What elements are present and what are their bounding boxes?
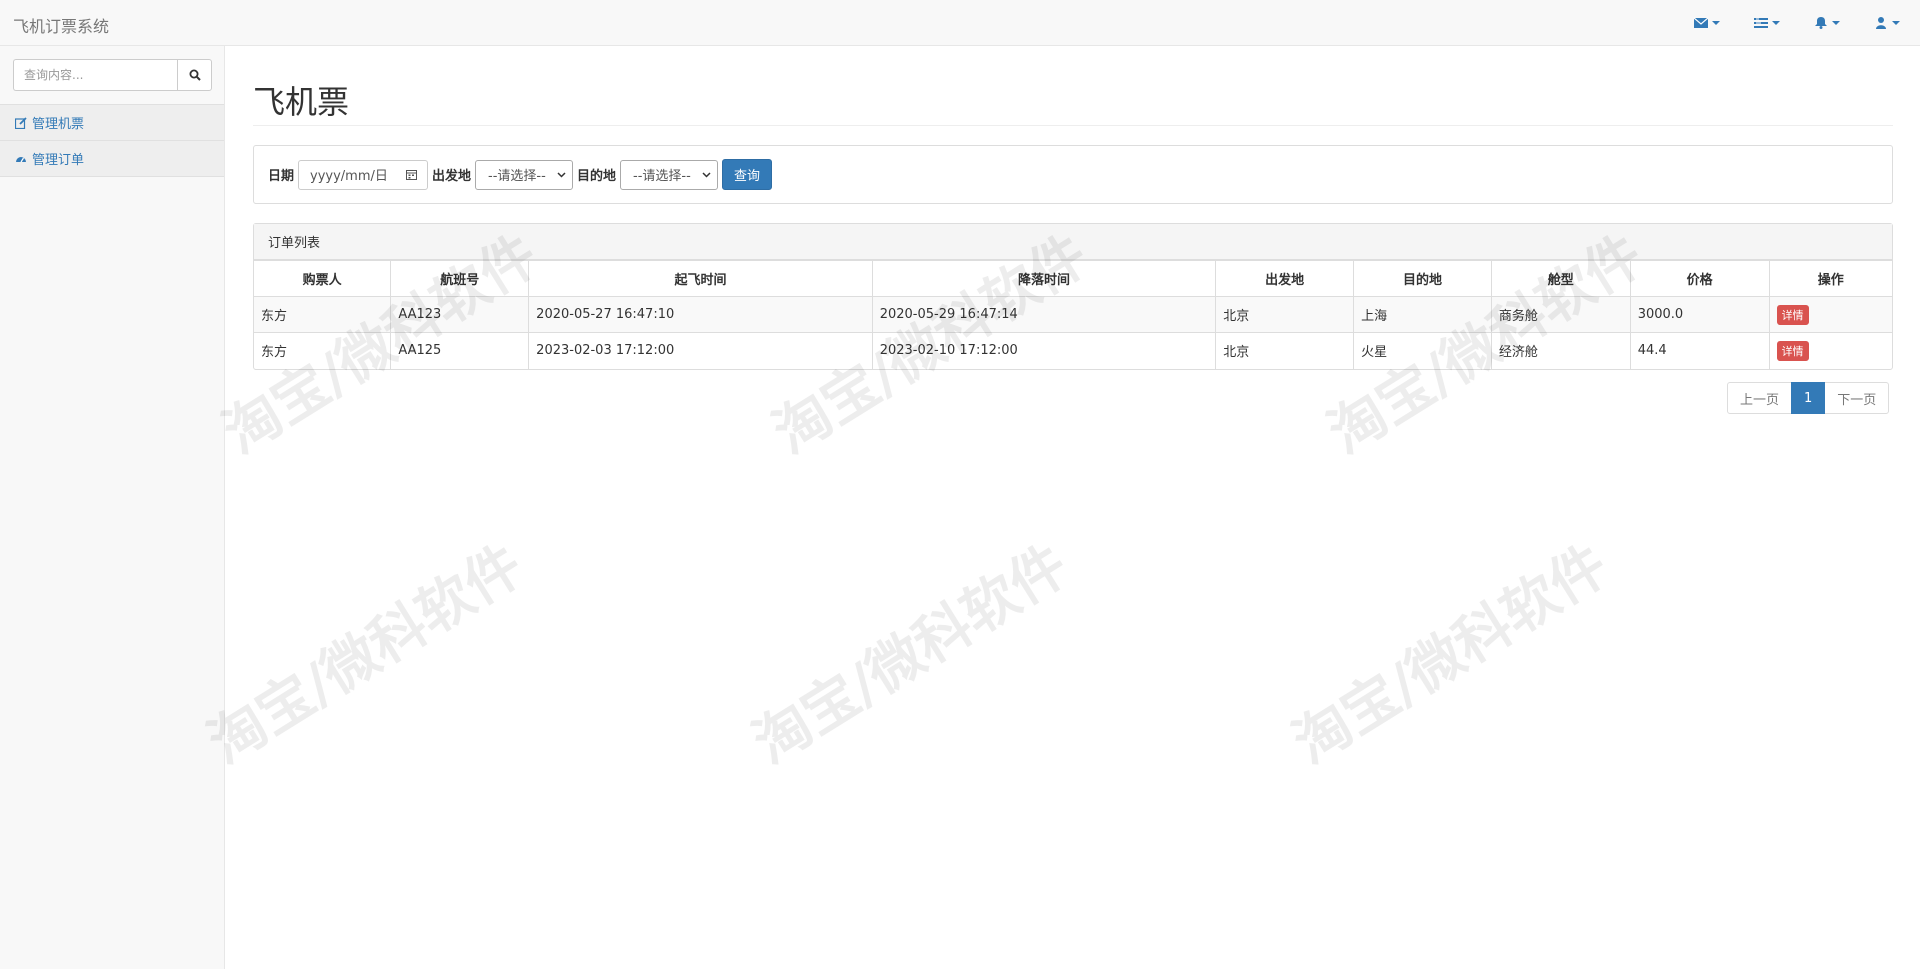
landing-time-cell: 2023-02-10 17:12:00 (871, 332, 1217, 369)
departure-select[interactable]: --请选择-- (475, 159, 574, 190)
sidebar: 管理机票 管理订单 (0, 46, 225, 969)
messages-dropdown[interactable] (1694, 17, 1720, 29)
tasks-dropdown[interactable] (1754, 17, 1780, 29)
pagination: 上一页 1 下一页 (1727, 382, 1890, 414)
search-button[interactable] (177, 59, 212, 91)
order-list-panel: 订单列表 购票人 航班号 起飞时间 降落时间 出发地 目的地 舱型 价格 操作 (253, 223, 1893, 370)
order-table: 购票人 航班号 起飞时间 降落时间 出发地 目的地 舱型 价格 操作 东方 AA… (254, 260, 1892, 369)
watermark: 淘宝/微科软件 (742, 532, 1080, 777)
edit-icon (15, 116, 27, 129)
chevron-down-icon (1892, 21, 1900, 25)
sidebar-menu: 管理机票 管理订单 (0, 104, 224, 177)
cabin-cell: 商务舱 (1490, 296, 1631, 333)
bell-icon (1815, 17, 1827, 29)
flight-no-cell: AA123 (390, 296, 530, 333)
user-dropdown[interactable] (1874, 17, 1900, 29)
column-header: 购票人 (254, 260, 392, 297)
destination-cell: 上海 (1353, 296, 1492, 333)
departure-time-cell: 2023-02-03 17:12:00 (528, 332, 873, 369)
column-header: 舱型 (1490, 260, 1631, 297)
chevron-down-icon (557, 171, 566, 178)
flight-no-cell: AA125 (390, 332, 530, 369)
calendar-icon (406, 170, 418, 180)
column-header: 目的地 (1353, 260, 1492, 297)
top-navbar: 飞机订票系统 (0, 0, 1920, 46)
chevron-down-icon (1712, 21, 1720, 25)
origin-cell: 北京 (1215, 296, 1355, 333)
date-input[interactable]: yyyy/mm/日 (298, 159, 429, 190)
page-title: 飞机票 (253, 83, 350, 121)
column-header: 价格 (1629, 260, 1770, 297)
sidebar-item-manage-orders[interactable]: 管理订单 (0, 140, 224, 177)
action-cell: 详情 (1768, 332, 1892, 369)
query-button[interactable]: 查询 (722, 159, 773, 190)
filter-panel: 日期 yyyy/mm/日 出发地 --请选择-- 目的地 --请选择-- 查询 (253, 145, 1893, 204)
date-placeholder: yyyy/mm/日 (310, 169, 388, 184)
envelope-icon (1694, 17, 1708, 28)
action-cell: 详情 (1768, 296, 1892, 333)
column-header: 出发地 (1215, 260, 1355, 297)
destination-select-value: --请选择-- (633, 169, 691, 184)
buyer-cell: 东方 (254, 332, 392, 369)
departure-select-value: --请选择-- (488, 169, 546, 184)
title-divider (253, 125, 1893, 126)
price-cell: 44.4 (1629, 332, 1770, 369)
sidebar-search (13, 59, 212, 91)
origin-cell: 北京 (1215, 332, 1355, 369)
departure-label: 出发地 (432, 169, 472, 184)
destination-select[interactable]: --请选择-- (620, 159, 719, 190)
table-row: 东方 AA125 2023-02-03 17:12:00 2023-02-10 … (254, 332, 1892, 369)
chevron-down-icon (702, 171, 711, 178)
destination-cell: 火星 (1353, 332, 1492, 369)
tasks-icon (1754, 18, 1768, 28)
search-icon (189, 69, 201, 81)
price-cell: 3000.0 (1629, 296, 1770, 333)
prev-page-button[interactable]: 上一页 (1727, 382, 1793, 414)
detail-button[interactable]: 详情 (1776, 304, 1809, 325)
landing-time-cell: 2020-05-29 16:47:14 (871, 296, 1217, 333)
order-list-heading: 订单列表 (254, 224, 1892, 260)
watermark: 淘宝/微科软件 (1282, 532, 1620, 777)
date-label: 日期 (268, 169, 295, 184)
user-icon (1876, 17, 1886, 29)
sidebar-item-label: 管理订单 (32, 153, 85, 168)
next-page-button[interactable]: 下一页 (1824, 382, 1890, 414)
column-header: 降落时间 (871, 260, 1217, 297)
column-header: 航班号 (390, 260, 530, 297)
cabin-cell: 经济舱 (1490, 332, 1631, 369)
column-header: 操作 (1768, 260, 1892, 297)
navbar-icons (1660, 0, 1900, 46)
table-row: 东方 AA123 2020-05-27 16:47:10 2020-05-29 … (254, 296, 1892, 333)
dashboard-icon (16, 156, 26, 162)
column-header: 起飞时间 (528, 260, 873, 297)
departure-time-cell: 2020-05-27 16:47:10 (528, 296, 873, 333)
sidebar-item-manage-tickets[interactable]: 管理机票 (0, 104, 224, 141)
table-header-row: 购票人 航班号 起飞时间 降落时间 出发地 目的地 舱型 价格 操作 (254, 260, 1892, 297)
search-input[interactable] (13, 59, 177, 91)
detail-button[interactable]: 详情 (1776, 340, 1809, 361)
brand-title[interactable]: 飞机订票系统 (13, 13, 109, 37)
buyer-cell: 东方 (254, 296, 392, 333)
watermark: 淘宝/微科软件 (197, 532, 535, 777)
chevron-down-icon (1832, 21, 1840, 25)
chevron-down-icon (1772, 21, 1780, 25)
destination-label: 目的地 (577, 169, 617, 184)
alerts-dropdown[interactable] (1814, 17, 1840, 29)
page-number-button[interactable]: 1 (1791, 382, 1826, 414)
sidebar-item-label: 管理机票 (32, 117, 85, 132)
